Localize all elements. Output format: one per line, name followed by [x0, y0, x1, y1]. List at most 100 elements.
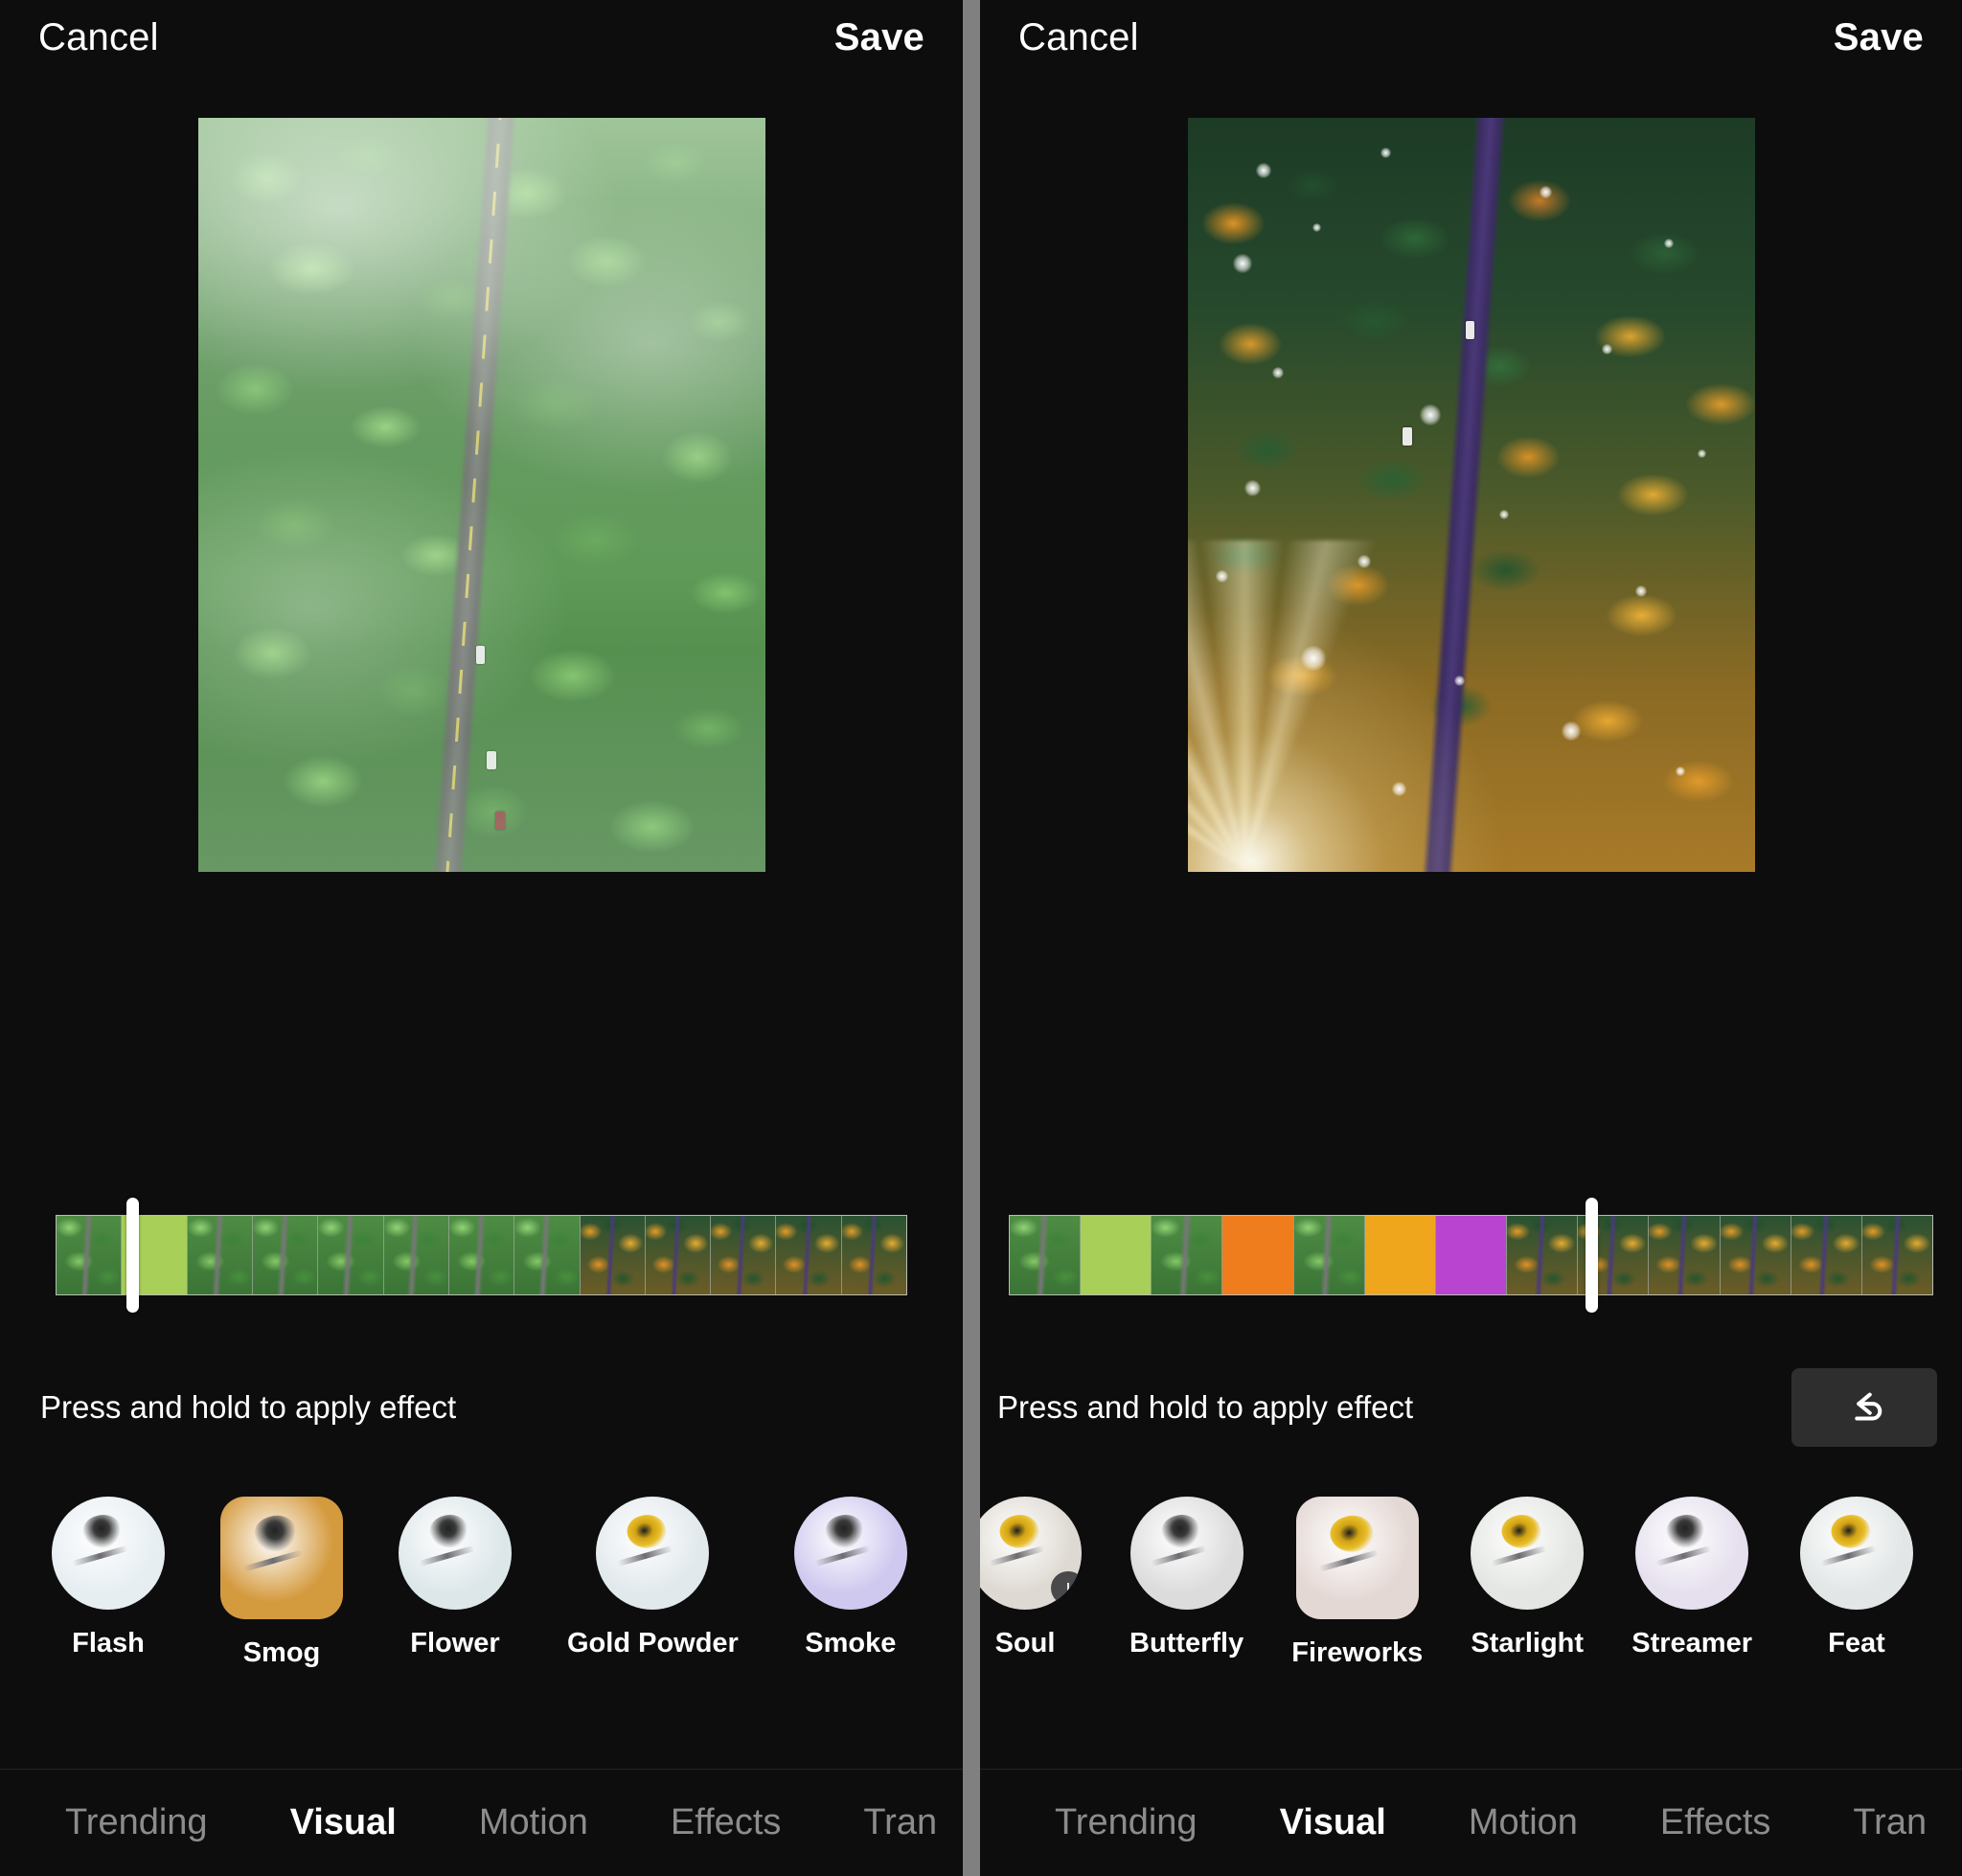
timeline-frame[interactable]	[711, 1216, 777, 1294]
tab-effects[interactable]: Effects	[671, 1802, 781, 1843]
timeline-frame[interactable]	[1293, 1216, 1365, 1294]
panel-right: Cancel Save Press and hold to apply effe…	[980, 0, 1962, 1876]
timeline-frame[interactable]	[1364, 1216, 1436, 1294]
car-icon	[1403, 426, 1412, 446]
tab-visual[interactable]: Visual	[290, 1802, 397, 1843]
timeline-frame[interactable]	[252, 1216, 319, 1294]
undo-button[interactable]	[1791, 1368, 1937, 1447]
ski-trail	[1491, 1544, 1548, 1567]
starlight-thumb[interactable]	[1471, 1497, 1585, 1610]
frame-road	[735, 1216, 748, 1294]
effect-item-fireworks[interactable]: Fireworks	[1291, 1497, 1423, 1670]
effects-strip-right[interactable]: Soul Butterfly Fireworks Starlight Streamer F…	[980, 1497, 1962, 1670]
effect-segment-overlay	[1081, 1216, 1152, 1294]
timeline-frame[interactable]	[187, 1216, 253, 1294]
video-preview[interactable]	[197, 118, 765, 872]
timeline-frame[interactable]	[1435, 1216, 1508, 1294]
fireworks-thumb[interactable]	[1295, 1497, 1419, 1619]
tab-motion[interactable]: Motion	[1469, 1802, 1578, 1843]
video-preview[interactable]	[1187, 118, 1755, 872]
effect-item-flower[interactable]: Flower	[399, 1497, 512, 1660]
effect-segment-overlay	[1222, 1216, 1293, 1294]
effect-item-starlight[interactable]: Starlight	[1471, 1497, 1585, 1660]
tab-tran[interactable]: Tran	[1853, 1802, 1927, 1843]
effect-label: Butterfly	[1129, 1628, 1244, 1659]
timeline-frame[interactable]	[383, 1216, 449, 1294]
download-badge-icon[interactable]	[1051, 1570, 1082, 1606]
timeline-playhead[interactable]	[126, 1198, 139, 1313]
effect-item-butterfly[interactable]: Butterfly	[1129, 1497, 1243, 1660]
timeline-frame[interactable]	[580, 1216, 646, 1294]
effect-item-smoke[interactable]: Smoke	[793, 1497, 907, 1660]
timeline-track[interactable]	[1009, 1215, 1933, 1295]
timeline-frame[interactable]	[776, 1216, 842, 1294]
timeline-frame[interactable]	[1791, 1216, 1862, 1294]
effects-strip-left[interactable]: Flash Smog Flower Gold Powder Smoke	[52, 1497, 963, 1670]
save-button[interactable]: Save	[1834, 16, 1924, 59]
timeline-frame[interactable]	[57, 1216, 123, 1294]
smoke-thumb[interactable]	[793, 1497, 907, 1610]
tab-trending[interactable]: Trending	[1055, 1802, 1198, 1843]
ski-trail	[72, 1544, 128, 1567]
flower-thumb[interactable]	[399, 1497, 512, 1610]
effect-label: Fireworks	[1291, 1637, 1424, 1668]
timeline-frame[interactable]	[318, 1216, 384, 1294]
effect-item-feat[interactable]: Feat	[1799, 1497, 1913, 1660]
car-icon	[1465, 321, 1475, 340]
timeline-left[interactable]	[56, 1198, 907, 1313]
tab-trending[interactable]: Trending	[65, 1802, 208, 1843]
tab-visual[interactable]: Visual	[1280, 1802, 1386, 1843]
effect-item-smog[interactable]: Smog	[220, 1497, 343, 1670]
timeline-frame[interactable]	[1720, 1216, 1791, 1294]
ski-trail	[1318, 1549, 1380, 1573]
effect-segment-overlay	[1435, 1216, 1507, 1294]
timeline-frame[interactable]	[448, 1216, 515, 1294]
hint-row-right: Press and hold to apply effect	[997, 1368, 1937, 1447]
soul-thumb[interactable]	[980, 1497, 1082, 1610]
effects-editor-comparison: Cancel Save Press and hold to apply effe…	[0, 0, 1962, 1876]
streamer-thumb[interactable]	[1635, 1497, 1749, 1610]
tab-tran[interactable]: Tran	[863, 1802, 937, 1843]
frame-road	[1035, 1216, 1050, 1294]
timeline-frame[interactable]	[1010, 1216, 1082, 1294]
effect-item-soul[interactable]: Soul	[980, 1497, 1082, 1660]
effect-segment-overlay	[1364, 1216, 1435, 1294]
effect-item-streamer[interactable]: Streamer	[1631, 1497, 1752, 1660]
topbar-left: Cancel Save	[0, 0, 963, 75]
timeline-frame[interactable]	[1222, 1216, 1294, 1294]
smog-thumb[interactable]	[220, 1497, 343, 1619]
save-button[interactable]: Save	[834, 16, 924, 59]
butterfly-thumb[interactable]	[1129, 1497, 1243, 1610]
timeline-frame[interactable]	[1152, 1216, 1223, 1294]
flash-thumb[interactable]	[52, 1497, 165, 1610]
timeline-frame[interactable]	[1649, 1216, 1721, 1294]
gold-powder-thumb[interactable]	[596, 1497, 710, 1610]
frame-road	[80, 1216, 94, 1294]
timeline-frame[interactable]	[1507, 1216, 1579, 1294]
ski-trail	[419, 1544, 475, 1567]
timeline-frame[interactable]	[514, 1216, 581, 1294]
effect-item-flash[interactable]: Flash	[52, 1497, 165, 1660]
timeline-frame[interactable]	[841, 1216, 906, 1294]
feather-thumb[interactable]	[1799, 1497, 1913, 1610]
timeline-right[interactable]	[1009, 1198, 1933, 1313]
timeline-frame[interactable]	[1861, 1216, 1932, 1294]
panel-divider	[963, 0, 980, 1876]
timeline-track[interactable]	[56, 1215, 907, 1295]
cancel-button[interactable]: Cancel	[1018, 16, 1139, 59]
cancel-button[interactable]: Cancel	[38, 16, 159, 59]
tabbar-left[interactable]: Trending Visual Motion Effects Tran	[0, 1769, 963, 1876]
effect-item-gold-powder[interactable]: Gold Powder	[567, 1497, 739, 1660]
tab-motion[interactable]: Motion	[479, 1802, 588, 1843]
frame-road	[801, 1216, 813, 1294]
timeline-frame[interactable]	[645, 1216, 712, 1294]
tab-effects[interactable]: Effects	[1660, 1802, 1770, 1843]
timeline-frame[interactable]	[1081, 1216, 1152, 1294]
timeline-playhead[interactable]	[1585, 1198, 1598, 1313]
tabbar-right[interactable]: Trending Visual Motion Effects Tran	[980, 1769, 1962, 1876]
frame-road	[1817, 1216, 1832, 1294]
frame-road	[1176, 1216, 1192, 1294]
effect-label: Flash	[72, 1628, 145, 1659]
frame-road	[1889, 1216, 1903, 1294]
frame-road	[670, 1216, 683, 1294]
